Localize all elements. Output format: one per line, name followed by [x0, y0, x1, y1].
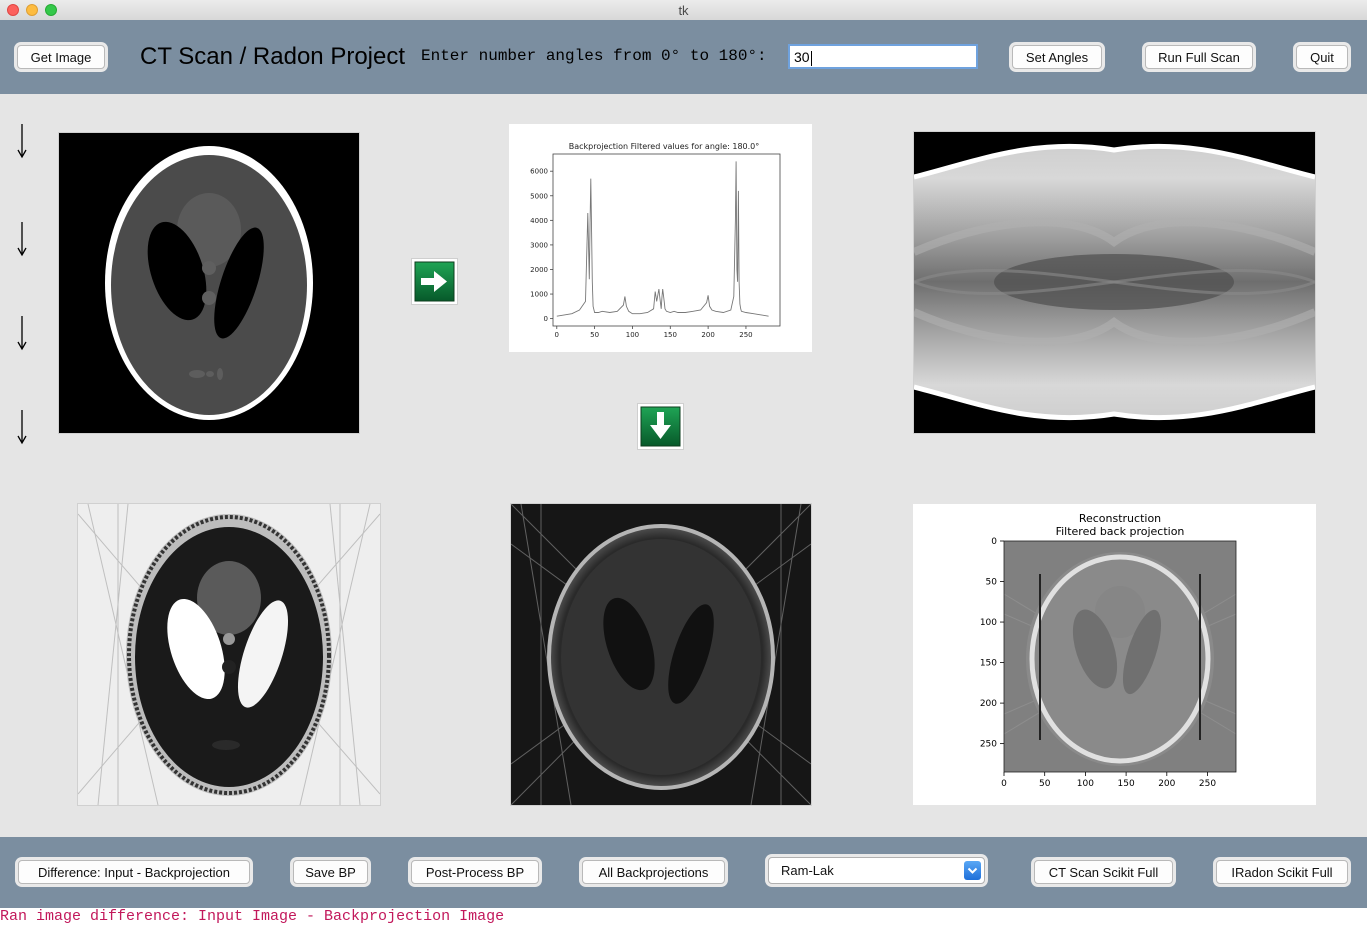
right-arrow-icon[interactable]	[411, 258, 458, 305]
recon-y-tick-label: 50	[986, 578, 998, 588]
filter-select-value: Ram-Lak	[781, 863, 834, 878]
quit-button[interactable]: Quit	[1296, 45, 1348, 69]
angles-input[interactable]: 30	[788, 44, 978, 69]
x-tick-label: 150	[664, 331, 677, 339]
set-angles-button[interactable]: Set Angles	[1012, 45, 1102, 69]
down-arrow-icon[interactable]	[637, 403, 684, 450]
x-tick-label: 0	[555, 331, 559, 339]
down-arrow-icon-graphic	[640, 406, 681, 447]
backprojection-image	[510, 503, 812, 806]
y-tick-label: 6000	[530, 168, 548, 176]
reconstruction-head	[1026, 552, 1214, 766]
x-tick-label: 100	[626, 331, 639, 339]
recon-y-tick-label: 250	[980, 740, 997, 750]
step-down-arrow-icon	[17, 410, 27, 445]
reconstruction-title-line1: Reconstruction	[1079, 512, 1161, 525]
ct-scan-scikit-full-button[interactable]: CT Scan Scikit Full	[1034, 860, 1173, 884]
sinogram-image	[912, 132, 1317, 433]
recon-x-tick-label: 150	[1118, 779, 1135, 789]
right-arrow-icon-graphic	[414, 261, 455, 302]
window-titlebar: tk	[0, 0, 1367, 21]
recon-y-tick-label: 200	[980, 699, 997, 709]
window-title: tk	[678, 3, 689, 18]
all-backprojections-button[interactable]: All Backprojections	[582, 860, 725, 884]
sinogram-image-graphic	[912, 132, 1317, 433]
recon-y-tick-label: 0	[991, 537, 997, 547]
recon-x-tick-label: 200	[1158, 779, 1175, 789]
x-tick-label: 200	[701, 331, 714, 339]
recon-y-tick-label: 150	[980, 659, 997, 669]
difference-image	[77, 503, 381, 806]
y-tick-label: 3000	[530, 241, 548, 249]
text-caret	[810, 50, 812, 66]
profile-series-line	[556, 161, 769, 317]
recon-x-tick-label: 100	[1077, 779, 1094, 789]
iradon-scikit-full-button[interactable]: IRadon Scikit Full	[1216, 860, 1348, 884]
chevron-down-icon	[964, 861, 981, 880]
app-title: CT Scan / Radon Project	[140, 43, 406, 70]
reconstruction-title-line2: Filtered back projection	[1056, 525, 1185, 538]
recon-x-tick-label: 250	[1199, 779, 1216, 789]
get-image-button[interactable]: Get Image	[17, 45, 105, 69]
status-message: Ran image difference: Input Image - Back…	[0, 908, 1367, 925]
post-process-bp-button[interactable]: Post-Process BP	[411, 860, 539, 884]
y-tick-label: 2000	[530, 266, 548, 274]
profile-chart-panel: Backprojection Filtered values for angle…	[509, 124, 812, 352]
phantom-image-graphic	[59, 133, 359, 433]
difference-image-graphic	[77, 503, 381, 806]
x-tick-label: 250	[739, 331, 752, 339]
y-tick-label: 0	[544, 315, 548, 323]
y-tick-label: 5000	[530, 192, 548, 200]
run-full-scan-button[interactable]: Run Full Scan	[1145, 45, 1253, 69]
x-tick-label: 50	[590, 331, 599, 339]
phantom-image	[59, 133, 359, 433]
y-tick-label: 4000	[530, 217, 548, 225]
recon-x-tick-label: 0	[1001, 779, 1007, 789]
difference-button[interactable]: Difference: Input - Backprojection	[18, 860, 250, 884]
recon-x-tick-label: 50	[1039, 779, 1051, 789]
y-tick-label: 1000	[530, 291, 548, 299]
step-down-arrow-icon	[17, 222, 27, 257]
save-bp-button[interactable]: Save BP	[293, 860, 368, 884]
recon-y-tick-label: 100	[980, 618, 997, 628]
step-down-arrow-icon	[17, 316, 27, 351]
profile-line-chart: Backprojection Filtered values for angle…	[530, 142, 781, 339]
angles-prompt-label: Enter number angles from 0° to 180°:	[421, 47, 767, 65]
step-down-arrow-icon	[17, 124, 27, 159]
reconstruction-plot: Reconstruction Filtered back projection …	[980, 512, 1237, 789]
reconstruction-chart-panel: Reconstruction Filtered back projection …	[913, 504, 1316, 805]
angles-input-value: 30	[794, 49, 810, 65]
backprojection-image-graphic	[510, 503, 812, 806]
filter-select[interactable]: Ram-Lak	[768, 857, 985, 884]
profile-chart-title: Backprojection Filtered values for angle…	[569, 142, 760, 151]
